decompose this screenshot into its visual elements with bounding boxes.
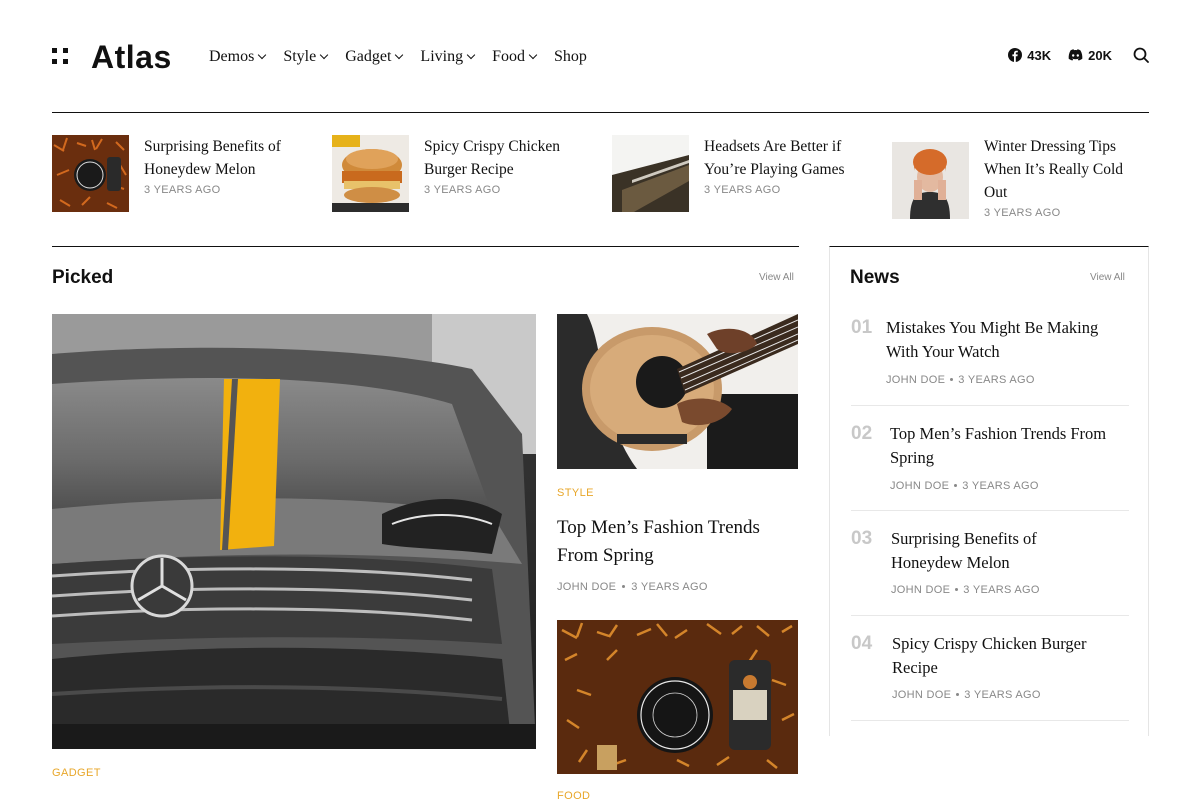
ticker-thumbnail[interactable] [52, 135, 129, 212]
news-meta: JOHN DOE 3 YEARS AGO [892, 689, 1041, 701]
news-item[interactable]: 01 Mistakes You Might Be Making With You… [851, 317, 1129, 406]
ticker-item[interactable]: Surprising Benefits of Honeydew Melon 3 … [52, 135, 304, 212]
site-header: Atlas Demos Style Gadget Living Food Sho… [52, 36, 1149, 80]
menu-icon[interactable] [52, 48, 70, 66]
post-time: 3 YEARS AGO [962, 480, 1039, 492]
post-time: 3 YEARS AGO [963, 584, 1040, 596]
news-view-all-link[interactable]: View All [1090, 272, 1125, 283]
news-heading: News [850, 267, 900, 288]
author-name[interactable]: JOHN DOE [890, 480, 949, 492]
meta-separator [622, 584, 626, 588]
chevron-down-icon [319, 50, 329, 60]
chevron-down-icon [528, 50, 538, 60]
post-time: 3 YEARS AGO [964, 689, 1041, 701]
chevron-down-icon [466, 50, 476, 60]
chevron-down-icon [258, 50, 267, 60]
chevron-down-icon [395, 50, 404, 60]
news-item[interactable]: 03 Surprising Benefits of Honeydew Melon… [851, 528, 1129, 616]
author-name[interactable]: JOHN DOE [892, 689, 951, 701]
ticker-time: 3 YEARS AGO [424, 184, 501, 196]
discord-link[interactable]: 20K [1068, 48, 1112, 63]
nav-item-gadget[interactable]: Gadget [345, 47, 404, 67]
header-divider [52, 112, 1149, 113]
social-counters: 43K 20K [1008, 47, 1149, 63]
news-title[interactable]: Top Men’s Fashion Trends From Spring [890, 422, 1130, 470]
nav-item-food[interactable]: Food [492, 47, 538, 67]
ticker-item[interactable]: Headsets Are Better if You’re Playing Ga… [612, 135, 864, 212]
search-icon[interactable] [1133, 47, 1149, 63]
news-number: 01 [851, 317, 873, 338]
card-image-food[interactable] [557, 620, 798, 774]
card-title[interactable]: Top Men’s Fashion Trends From Spring [557, 514, 798, 570]
nav-item-demos[interactable]: Demos [209, 47, 267, 67]
picked-heading: Picked [52, 267, 114, 288]
news-title[interactable]: Mistakes You Might Be Making With Your W… [886, 316, 1126, 364]
ticker-thumbnail[interactable] [612, 135, 689, 212]
ticker-time: 3 YEARS AGO [984, 207, 1061, 219]
nav-item-shop[interactable]: Shop [554, 47, 587, 67]
meta-separator [955, 587, 959, 591]
news-meta: JOHN DOE 3 YEARS AGO [891, 584, 1040, 596]
post-time: 3 YEARS AGO [631, 581, 708, 593]
news-number: 04 [851, 633, 873, 654]
ticker-title[interactable]: Surprising Benefits of Honeydew Melon [144, 135, 304, 181]
news-meta: JOHN DOE 3 YEARS AGO [890, 480, 1039, 492]
ticker-title[interactable]: Spicy Crispy Chicken Burger Recipe [424, 135, 574, 181]
card-image-guitar[interactable] [557, 314, 798, 469]
picked-divider [52, 246, 799, 247]
nav-item-style[interactable]: Style [283, 47, 329, 67]
facebook-icon [1008, 48, 1023, 62]
news-title[interactable]: Spicy Crispy Chicken Burger Recipe [892, 632, 1122, 680]
ticker-item[interactable]: Winter Dressing Tips When It’s Really Co… [892, 135, 1134, 219]
meta-separator [956, 692, 960, 696]
author-name[interactable]: JOHN DOE [557, 581, 616, 593]
main-nav: Demos Style Gadget Living Food Shop [209, 47, 605, 67]
news-sidebar: News View All 01 Mistakes You Might Be M… [829, 246, 1149, 736]
category-label[interactable]: GADGET [52, 767, 101, 779]
news-title[interactable]: Surprising Benefits of Honeydew Melon [891, 527, 1101, 575]
facebook-link[interactable]: 43K [1008, 48, 1051, 63]
picked-view-all-link[interactable]: View All [759, 272, 794, 283]
card-meta: JOHN DOE 3 YEARS AGO [557, 581, 708, 593]
category-label[interactable]: STYLE [557, 487, 594, 499]
post-time: 3 YEARS AGO [958, 374, 1035, 386]
news-number: 02 [851, 423, 873, 444]
nav-item-living[interactable]: Living [420, 47, 476, 67]
author-name[interactable]: JOHN DOE [886, 374, 945, 386]
news-item[interactable]: 04 Spicy Crispy Chicken Burger Recipe JO… [851, 633, 1129, 721]
meta-separator [950, 377, 954, 381]
category-label[interactable]: FOOD [557, 790, 590, 800]
ticker-time: 3 YEARS AGO [704, 184, 781, 196]
discord-icon [1068, 49, 1083, 61]
news-item[interactable]: 02 Top Men’s Fashion Trends From Spring … [851, 423, 1129, 511]
ticker-item[interactable]: Spicy Crispy Chicken Burger Recipe 3 YEA… [332, 135, 574, 212]
ticker-time: 3 YEARS AGO [144, 184, 221, 196]
site-logo[interactable]: Atlas [91, 36, 172, 78]
ticker-title[interactable]: Winter Dressing Tips When It’s Really Co… [984, 135, 1134, 204]
news-number: 03 [851, 528, 873, 549]
ticker-title[interactable]: Headsets Are Better if You’re Playing Ga… [704, 135, 864, 181]
news-meta: JOHN DOE 3 YEARS AGO [886, 374, 1035, 386]
author-name[interactable]: JOHN DOE [891, 584, 950, 596]
featured-image-car[interactable] [52, 314, 536, 749]
ticker-thumbnail[interactable] [332, 135, 409, 212]
ticker-thumbnail[interactable] [892, 142, 969, 219]
meta-separator [954, 483, 958, 487]
